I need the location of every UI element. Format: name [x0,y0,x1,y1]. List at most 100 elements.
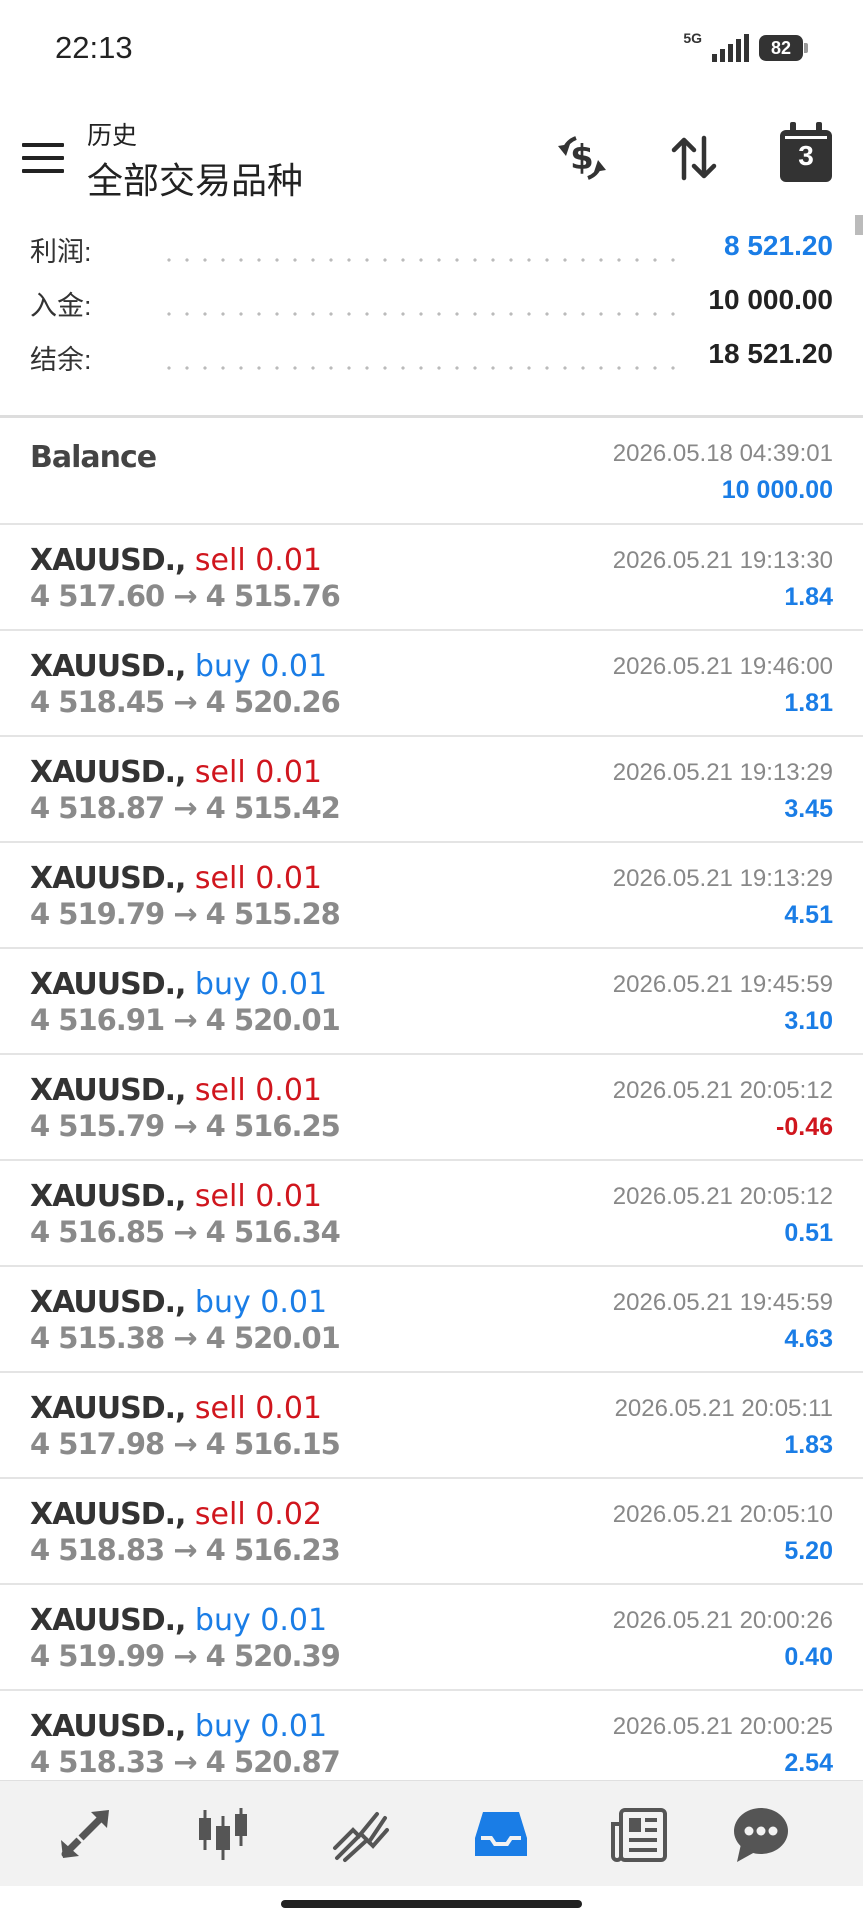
symbol-name: XAUUSD., [30,649,186,684]
deal-row[interactable]: XAUUSD., sell 0.01 4 515.79 → 4 516.25 202… [0,1055,863,1161]
deal-side-volume: buy 0.01 [194,1603,328,1638]
news-icon [611,1808,667,1862]
deal-symbol: XAUUSD., sell 0.01 [30,755,322,790]
deal-side-volume: sell 0.01 [194,1179,322,1214]
deal-side-volume: sell 0.01 [194,1073,322,1108]
currency-exchange-icon: $ [558,136,606,180]
deal-row[interactable]: XAUUSD., sell 0.01 4 517.60 → 4 515.76 202… [0,525,863,631]
deal-symbol: XAUUSD., buy 0.01 [30,1603,327,1638]
deal-side-volume: buy 0.01 [194,649,328,684]
nav-chat[interactable] [726,1801,796,1867]
deal-time: 2026.05.21 20:05:10 [612,1501,833,1528]
calendar-icon[interactable]: 3 [780,122,832,182]
deal-symbol: XAUUSD., buy 0.01 [30,1709,327,1744]
dotted-leader [160,312,683,316]
deal-side-volume: buy 0.01 [194,1285,328,1320]
deal-symbol: XAUUSD., sell 0.01 [30,1073,322,1108]
network-label: 5G [683,30,702,46]
balance-title: Balance [30,440,157,475]
symbol-name: XAUUSD., [30,1073,186,1108]
deal-profit: 2.54 [784,1749,833,1777]
dotted-leader [160,258,683,262]
balance-time: 2026.05.18 04:39:01 [612,440,833,467]
deal-profit: 4.51 [784,901,833,929]
deal-prices: 4 518.87 → 4 515.42 [30,791,341,825]
summary-label: 结余: [30,345,92,375]
symbol-name: XAUUSD., [30,543,186,578]
bottom-nav [0,1780,863,1886]
sort-button[interactable] [664,128,724,188]
status-time: 22:13 [55,30,133,65]
home-indicator[interactable] [281,1900,582,1908]
symbol-name: XAUUSD., [30,1285,186,1320]
dotted-leader [160,366,683,370]
deal-row[interactable]: XAUUSD., sell 0.01 4 516.85 → 4 516.34 202… [0,1161,863,1267]
deal-side-volume: sell 0.01 [194,1391,322,1426]
candlestick-icon [199,1808,247,1860]
deal-symbol: XAUUSD., buy 0.01 [30,649,327,684]
deal-side-volume: buy 0.01 [194,1709,328,1744]
status-indicators: 5G 82 [683,30,808,62]
signal-icon [712,34,749,62]
nav-quotes[interactable] [188,1801,258,1867]
deal-time: 2026.05.21 19:13:29 [612,759,833,786]
nav-charts[interactable] [326,1801,396,1867]
history-inbox-icon [475,1812,527,1856]
summary-value: 10 000.00 [708,284,833,315]
nav-trade[interactable] [50,1801,120,1867]
menu-icon[interactable] [22,143,64,177]
deal-profit: 4.63 [784,1325,833,1353]
deal-time: 2026.05.21 19:45:59 [612,1289,833,1316]
summary-deposit-row: 入金: 10 000.00 [0,274,863,328]
deal-side-volume: sell 0.01 [194,861,322,896]
deal-row[interactable]: XAUUSD., buy 0.01 4 518.45 → 4 520.26 2026… [0,631,863,737]
deal-profit: 0.51 [784,1219,833,1247]
deal-time: 2026.05.21 20:00:26 [612,1607,833,1634]
deal-prices: 4 516.91 → 4 520.01 [30,1003,341,1037]
balance-row[interactable]: Balance 2026.05.18 04:39:01 10 000.00 [0,418,863,525]
currency-exchange-button[interactable]: $ [552,128,612,188]
deal-prices: 4 517.98 → 4 516.15 [30,1427,341,1461]
summary-panel: 利润: 8 521.20 入金: 10 000.00 结余: 18 521.20 [0,220,863,382]
summary-value: 8 521.20 [724,230,833,261]
deal-row[interactable]: XAUUSD., sell 0.01 4 517.98 → 4 516.15 202… [0,1373,863,1479]
page-title[interactable]: 全部交易品种 [87,152,303,204]
deal-list: Balance 2026.05.18 04:39:01 10 000.00 XA… [0,418,863,1797]
app-header: 历史 全部交易品种 $ 3 [0,100,863,210]
deal-row[interactable]: XAUUSD., sell 0.01 4 519.79 → 4 515.28 202… [0,843,863,949]
deal-row[interactable]: XAUUSD., sell 0.02 4 518.83 → 4 516.23 202… [0,1479,863,1585]
deal-row[interactable]: XAUUSD., sell 0.01 4 518.87 → 4 515.42 202… [0,737,863,843]
deal-profit: 5.20 [784,1537,833,1565]
deal-side-volume: sell 0.02 [194,1497,322,1532]
nav-history[interactable] [466,1801,536,1867]
symbol-name: XAUUSD., [30,755,186,790]
deal-prices: 4 518.45 → 4 520.26 [30,685,341,719]
symbol-name: XAUUSD., [30,1709,186,1744]
deal-symbol: XAUUSD., sell 0.01 [30,1391,322,1426]
deal-prices: 4 519.99 → 4 520.39 [30,1639,341,1673]
symbol-name: XAUUSD., [30,1497,186,1532]
deal-time: 2026.05.21 20:00:25 [612,1713,833,1740]
deal-symbol: XAUUSD., buy 0.01 [30,967,327,1002]
balance-amount: 10 000.00 [721,476,833,504]
deal-symbol: XAUUSD., sell 0.02 [30,1497,322,1532]
deal-profit: 3.45 [784,795,833,823]
deal-time: 2026.05.21 19:13:29 [612,865,833,892]
deal-side-volume: sell 0.01 [194,755,322,790]
summary-label: 入金: [30,291,92,321]
deal-row[interactable]: XAUUSD., buy 0.01 4 519.99 → 4 520.39 2026… [0,1585,863,1691]
summary-balance-row: 结余: 18 521.20 [0,328,863,382]
deal-row[interactable]: XAUUSD., buy 0.01 4 515.38 → 4 520.01 2026… [0,1267,863,1373]
nav-news[interactable] [604,1801,674,1867]
deal-side-volume: buy 0.01 [194,967,328,1002]
deal-time: 2026.05.21 19:45:59 [612,971,833,998]
symbol-name: XAUUSD., [30,861,186,896]
deal-profit: 1.83 [784,1431,833,1459]
deal-prices: 4 515.79 → 4 516.25 [30,1109,341,1143]
deal-symbol: XAUUSD., sell 0.01 [30,861,322,896]
deal-row[interactable]: XAUUSD., buy 0.01 4 516.91 → 4 520.01 2026… [0,949,863,1055]
calendar-number: 3 [798,140,814,171]
deal-profit: 0.40 [784,1643,833,1671]
trade-arrows-icon [61,1810,109,1858]
deal-side-volume: sell 0.01 [194,543,322,578]
